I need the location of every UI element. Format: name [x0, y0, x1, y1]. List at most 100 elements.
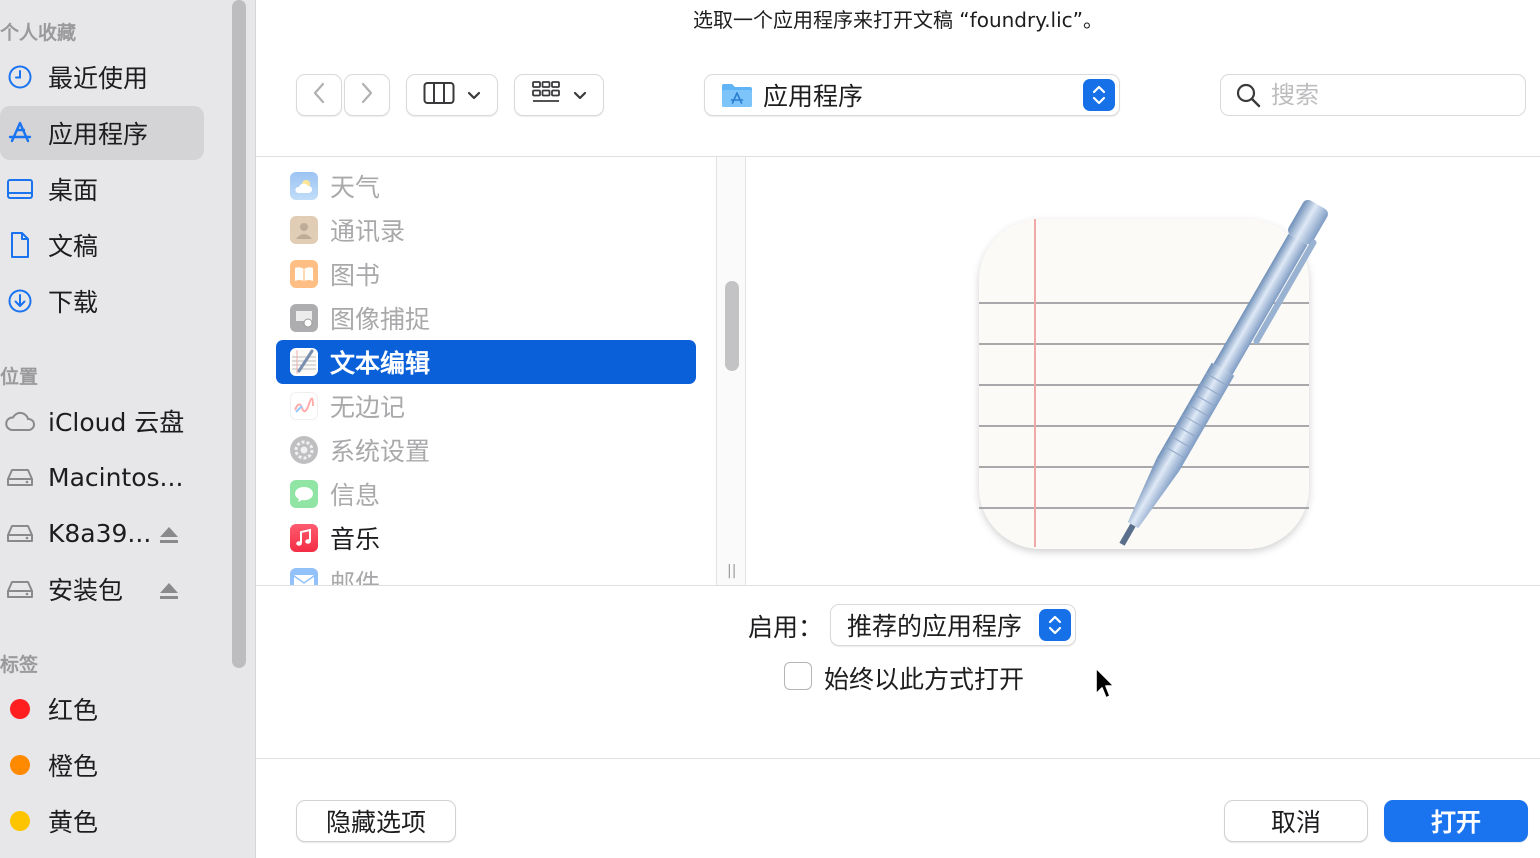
sidebar-item-icloud[interactable]: iCloud 云盘 — [0, 394, 204, 448]
messages-icon — [290, 480, 318, 508]
sidebar-item-tag-red[interactable]: 红色 — [0, 682, 204, 736]
freeform-icon — [290, 392, 318, 420]
chevron-down-icon — [467, 86, 481, 105]
sidebar-item-label: 橙色 — [48, 752, 99, 781]
disk-icon — [0, 457, 40, 497]
sidebar-item-label: 桌面 — [48, 176, 99, 205]
forward-button[interactable] — [344, 74, 390, 116]
sidebar: 个人收藏 最近使用 应用程序 桌面 文稿 下载 位置 iCloud 云盘 Mac… — [0, 0, 256, 858]
list-item[interactable]: 无边记 — [276, 384, 696, 428]
enable-popup-value: 推荐的应用程序 — [847, 612, 1023, 641]
orange-tag-icon — [10, 755, 30, 775]
desktop-icon — [0, 169, 40, 209]
list-item-label: 天气 — [330, 173, 381, 202]
eject-icon[interactable] — [158, 578, 180, 607]
always-open-label: 始终以此方式打开 — [824, 665, 1025, 694]
textedit-icon — [290, 348, 318, 376]
list-item[interactable]: 天气 — [276, 164, 696, 208]
mail-icon — [290, 568, 318, 585]
sidebar-item-applications[interactable]: 应用程序 — [0, 106, 204, 160]
contacts-icon — [290, 216, 318, 244]
search-field[interactable] — [1220, 74, 1526, 116]
list-item[interactable]: 音乐 — [276, 516, 696, 560]
favorites-header: 个人收藏 — [0, 22, 77, 44]
yellow-tag-icon — [10, 811, 30, 831]
sidebar-scrollbar[interactable] — [232, 0, 246, 668]
document-icon — [0, 225, 40, 265]
sidebar-item-k8a39[interactable]: K8a39... — [0, 506, 204, 560]
list-item[interactable]: 图像捕捉 — [276, 296, 696, 340]
enable-popup[interactable]: 推荐的应用程序 — [830, 604, 1076, 646]
sidebar-item-label: K8a39... — [48, 518, 152, 548]
apps-icon — [0, 113, 40, 153]
sidebar-item-tag-orange[interactable]: 橙色 — [0, 738, 204, 792]
list-item[interactable]: 信息 — [276, 472, 696, 516]
list-item-label: 无边记 — [330, 393, 406, 422]
applications-folder-icon — [721, 82, 753, 108]
list-item[interactable]: 图书 — [276, 252, 696, 296]
location-popup[interactable]: 应用程序 — [704, 74, 1120, 116]
columns-view-icon — [423, 81, 455, 109]
sidebar-item-label: 下载 — [48, 288, 99, 317]
textedit-large-icon — [979, 199, 1328, 549]
view-mode-button[interactable] — [406, 74, 498, 116]
sidebar-item-label: 黄色 — [48, 808, 99, 837]
books-icon — [290, 260, 318, 288]
tags-header: 标签 — [0, 654, 39, 676]
group-button[interactable] — [514, 74, 604, 116]
search-input[interactable] — [1269, 80, 1499, 110]
list-item-label: 图像捕捉 — [330, 305, 431, 334]
clock-icon — [0, 57, 40, 97]
sidebar-item-macintosh[interactable]: Macintos... — [0, 450, 204, 504]
column-divider[interactable]: || — [716, 157, 746, 585]
sidebar-item-label: 最近使用 — [48, 64, 149, 93]
app-preview — [747, 157, 1540, 585]
list-scrollbar[interactable] — [725, 281, 739, 371]
list-item[interactable]: 通讯录 — [276, 208, 696, 252]
list-item-label: 文本编辑 — [330, 349, 431, 378]
sidebar-item-downloads[interactable]: 下载 — [0, 274, 204, 328]
eject-icon[interactable] — [158, 522, 180, 551]
sidebar-item-label: Macintos... — [48, 462, 184, 492]
list-item[interactable]: 邮件 — [276, 560, 696, 586]
disk-icon — [0, 569, 40, 609]
list-item-label: 通讯录 — [330, 217, 406, 246]
list-item-selected[interactable]: 文本编辑 — [276, 340, 696, 384]
sidebar-item-label: 应用程序 — [48, 120, 149, 149]
settings-icon — [290, 436, 318, 464]
sidebar-item-label: 安装包 — [48, 576, 124, 605]
sidebar-item-tag-yellow[interactable]: 黄色 — [0, 794, 204, 848]
chevron-left-icon — [312, 81, 326, 109]
chevron-down-icon — [573, 86, 587, 105]
list-item-label: 音乐 — [330, 525, 381, 554]
sidebar-item-documents[interactable]: 文稿 — [0, 218, 204, 272]
sidebar-item-label: 红色 — [48, 696, 99, 725]
dialog-title: 选取一个应用程序来打开文稿 “foundry.lic”。 — [692, 8, 1104, 32]
red-tag-icon — [10, 699, 30, 719]
open-button[interactable]: 打开 — [1384, 800, 1528, 842]
locations-header: 位置 — [0, 366, 39, 388]
updown-chevron-icon — [1039, 609, 1071, 641]
sidebar-item-recents[interactable]: 最近使用 — [0, 50, 204, 104]
weather-icon — [290, 172, 318, 200]
list-item-label: 信息 — [330, 481, 381, 510]
location-label: 应用程序 — [763, 82, 864, 111]
sidebar-item-label: iCloud 云盘 — [48, 408, 185, 437]
download-icon — [0, 281, 40, 321]
always-open-checkbox[interactable] — [784, 662, 812, 690]
list-item[interactable]: 系统设置 — [276, 428, 696, 472]
sidebar-item-installer[interactable]: 安装包 — [0, 562, 204, 616]
sidebar-item-desktop[interactable]: 桌面 — [0, 162, 204, 216]
mouse-pointer-icon — [1094, 666, 1118, 706]
cancel-button[interactable]: 取消 — [1224, 800, 1368, 842]
disk-icon — [0, 513, 40, 553]
back-button[interactable] — [296, 74, 342, 116]
column-resize-handle[interactable]: || — [727, 563, 736, 579]
search-icon — [1235, 82, 1261, 108]
list-item-label: 系统设置 — [330, 437, 431, 466]
hide-options-button[interactable]: 隐藏选项 — [296, 800, 456, 842]
cloud-icon — [0, 401, 40, 441]
list-item-label: 邮件 — [330, 569, 381, 586]
updown-chevron-icon — [1083, 79, 1115, 111]
grid-icon — [531, 80, 561, 110]
